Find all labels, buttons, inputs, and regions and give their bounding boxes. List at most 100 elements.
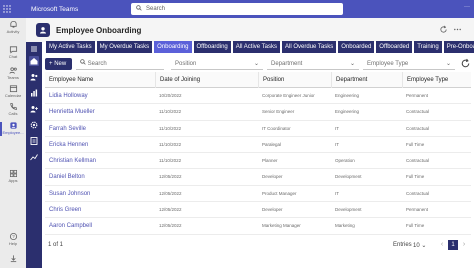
search-icon — [80, 59, 86, 67]
cell-employee-name[interactable]: Farrah Seville — [45, 121, 155, 137]
cell-employee-name[interactable]: Susan Johnson — [45, 186, 155, 202]
rail-item-chat[interactable]: Chat — [0, 45, 26, 59]
cell-position: Product Manager — [262, 190, 297, 196]
position-placeholder: Position — [175, 61, 197, 67]
phone-icon — [0, 102, 26, 111]
table-row[interactable]: Susan Johnson 12/05/2022 Product Manager IT… — [45, 186, 471, 203]
cell-position: Planner — [262, 158, 278, 164]
rail-item-label: Chat — [8, 54, 18, 59]
person-add-icon[interactable] — [29, 104, 39, 114]
rail-item-calendar[interactable]: Calendar — [0, 84, 26, 98]
rail-item-help[interactable]: ? Help — [0, 232, 26, 246]
tab-onboarding[interactable]: Onboarding — [154, 41, 192, 53]
cell-employee-name[interactable]: Ericka Hennen — [45, 137, 155, 153]
department-dropdown[interactable]: Department ⌄ — [267, 58, 359, 70]
tab-offboarded[interactable]: Offboarded — [376, 41, 413, 53]
users-icon[interactable] — [29, 72, 39, 82]
tab-my-active-tasks[interactable]: My Active Tasks — [46, 41, 95, 53]
table-row[interactable]: Henrietta Mueller 11/10/2022 Senior Engine… — [45, 104, 471, 121]
view-tabs: My Active Tasks My Overdue Tasks Onboard… — [46, 41, 474, 54]
svg-text:?: ? — [12, 234, 15, 239]
tab-my-overdue-tasks[interactable]: My Overdue Tasks — [96, 41, 153, 53]
chart-icon[interactable] — [29, 88, 39, 98]
current-page-button[interactable]: 1 — [448, 240, 458, 250]
cell-employee-name[interactable]: Chris Green — [45, 202, 155, 218]
cell-employee-type: Full Time — [406, 223, 425, 229]
settings-icon[interactable] — [29, 120, 39, 130]
cell-department: Operation — [335, 158, 355, 164]
cell-date-of-joining: 11/10/2022 — [159, 158, 182, 164]
column-header-position[interactable]: Position — [258, 72, 331, 88]
more-options-icon[interactable]: ··· — [448, 4, 470, 14]
position-dropdown[interactable]: Position ⌄ — [171, 58, 263, 70]
chat-icon — [0, 45, 26, 54]
cell-position: IT Coordinator — [262, 125, 291, 131]
rail-item-apps[interactable]: Apps — [0, 169, 26, 183]
cell-department: Marketing — [335, 223, 355, 229]
column-header-date-of-joining[interactable]: Date of Joining — [155, 72, 258, 88]
column-header-employee-name[interactable]: Employee Name — [45, 72, 155, 88]
search-input[interactable]: Search — [76, 58, 164, 70]
table-row[interactable]: Daniel Belton 12/05/2022 Developer Developm… — [45, 169, 471, 186]
rail-item-employee-onboarding[interactable]: Employee... — [0, 121, 26, 136]
cell-employee-name[interactable]: Christian Kellman — [45, 153, 155, 169]
app-launcher-icon[interactable] — [3, 4, 11, 14]
table-row[interactable]: Ericka Hennen 11/10/2022 Paralegal IT Full T… — [45, 137, 471, 154]
cell-position: Developer — [262, 174, 283, 180]
teams-search-input[interactable]: Search — [131, 3, 343, 15]
cell-position: Marketing Manager — [262, 223, 301, 229]
table-footer: 1 of 1 Entries 10 ⌄ ‹ 1 › — [45, 240, 471, 252]
tab-training[interactable]: Training — [414, 41, 442, 53]
rail-item-label: Help — [8, 241, 18, 246]
tab-onboarded[interactable]: Onboarded — [338, 41, 375, 53]
cell-employee-name[interactable]: Henrietta Mueller — [45, 104, 155, 120]
hamburger-icon[interactable] — [29, 44, 39, 54]
tab-pre-onboarding[interactable]: Pre-Onboarding — [443, 41, 474, 53]
entries-label: Entries — [393, 242, 412, 248]
table-row[interactable]: Aaron Campbell 12/05/2022 Marketing Manage… — [45, 218, 471, 235]
rail-item-label: Calendar — [4, 93, 22, 98]
entries-select[interactable]: 10 ⌄ — [413, 242, 426, 249]
cell-position: Developer — [262, 207, 283, 213]
new-button[interactable]: + New — [45, 58, 72, 70]
apps-icon — [0, 169, 26, 178]
cell-employee-name[interactable]: Aaron Campbell — [45, 218, 155, 234]
cell-employee-type: Contractual — [406, 158, 430, 164]
rail-item-activity[interactable]: Activity — [0, 20, 26, 34]
search-placeholder: Search — [146, 6, 166, 12]
rail-item-label: Employee... — [2, 130, 24, 135]
column-header-employee-type[interactable]: Employee Type — [402, 72, 471, 88]
cell-employee-name[interactable]: Daniel Belton — [45, 169, 155, 185]
tab-all-active-tasks[interactable]: All Active Tasks — [232, 41, 281, 53]
home-icon[interactable] — [29, 56, 39, 66]
cell-date-of-joining: 10/20/2022 — [159, 93, 182, 98]
cell-department: IT — [335, 190, 339, 196]
next-page-button[interactable]: › — [459, 240, 469, 250]
table-row[interactable]: Christian Kellman 11/10/2022 Planner Operat… — [45, 153, 471, 170]
cell-employee-name[interactable]: Lidia Holloway — [45, 88, 155, 104]
previous-page-button[interactable]: ‹ — [437, 240, 447, 250]
table-row[interactable]: Farrah Seville 11/10/2022 IT Coordinator IT… — [45, 121, 471, 137]
help-icon: ? — [0, 232, 26, 241]
table-row[interactable]: Lidia Holloway 10/20/2022 Corporate Engine… — [45, 88, 471, 105]
table-row[interactable]: Chris Green 12/05/2022 Developer Developmen… — [45, 202, 471, 219]
cell-employee-type: Full Time — [406, 174, 425, 180]
cell-position: Corporate Engineer Junior — [262, 93, 315, 98]
department-placeholder: Department — [271, 61, 303, 67]
tasks-icon[interactable] — [29, 136, 39, 146]
tab-all-overdue-tasks[interactable]: All Overdue Tasks — [282, 41, 337, 53]
analytics-icon[interactable] — [29, 152, 39, 162]
employee-table: Employee Name Date of Joining Position D… — [45, 72, 471, 235]
rail-item-calls[interactable]: Calls — [0, 102, 26, 116]
rail-item-teams[interactable]: Teams — [0, 66, 26, 80]
tab-offboarding[interactable]: Offboarding — [193, 41, 231, 53]
cell-date-of-joining: 12/05/2022 — [159, 223, 182, 229]
refresh-app-icon[interactable] — [439, 25, 448, 34]
header-actions — [439, 25, 462, 34]
employee-type-dropdown[interactable]: Employee Type ⌄ — [363, 58, 455, 70]
rail-item-download[interactable] — [0, 254, 26, 263]
app-side-nav — [26, 42, 42, 268]
refresh-icon[interactable] — [460, 58, 471, 69]
column-header-department[interactable]: Department — [331, 72, 402, 88]
more-options-icon[interactable] — [453, 25, 462, 34]
